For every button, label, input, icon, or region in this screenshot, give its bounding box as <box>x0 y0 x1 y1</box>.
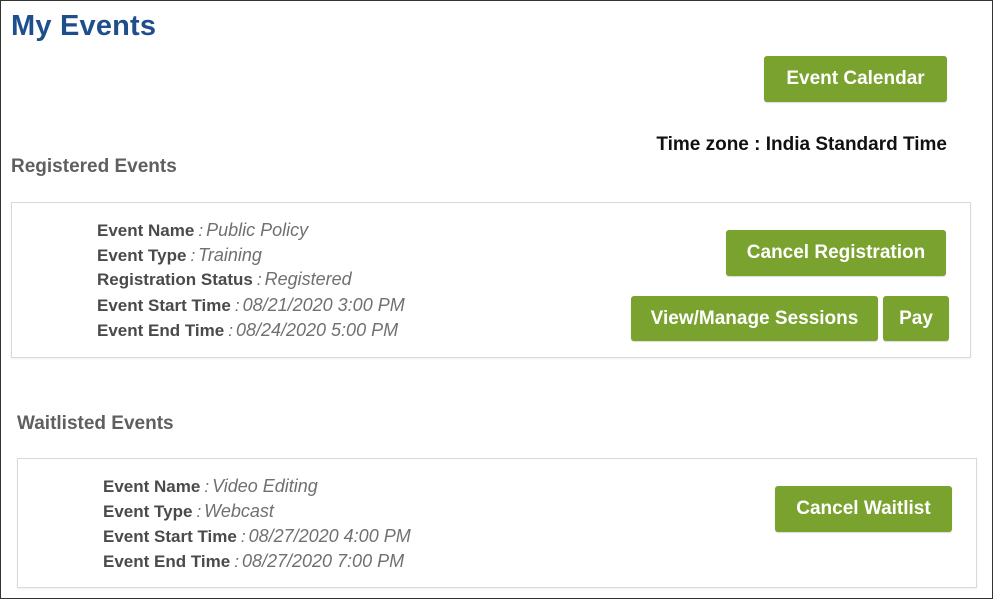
page-title: My Events <box>11 10 157 42</box>
field-label: Event Start Time <box>97 296 231 315</box>
event-calendar-button[interactable]: Event Calendar <box>764 56 947 102</box>
field-separator: : <box>196 502 202 521</box>
field-label: Event Name <box>103 477 201 496</box>
field-separator: : <box>204 477 210 496</box>
field-label: Event Name <box>97 221 195 240</box>
field-value: Registered <box>264 269 352 289</box>
waitlisted-field-event-name: Event Name: Video Editing <box>103 476 318 497</box>
view-manage-sessions-button[interactable]: View/Manage Sessions <box>631 296 878 341</box>
pay-button[interactable]: Pay <box>883 296 949 341</box>
registered-field-end-time: Event End Time:08/24/2020 5:00 PM <box>97 320 398 341</box>
timezone-label: Time zone : India Standard Time <box>656 134 947 155</box>
field-value: Public Policy <box>206 220 309 240</box>
registered-field-event-type: Event Type: Training <box>97 245 262 266</box>
cancel-registration-button[interactable]: Cancel Registration <box>726 230 946 276</box>
field-value: 08/27/2020 4:00 PM <box>248 526 411 546</box>
field-separator: : <box>234 296 240 315</box>
registered-field-event-name: Event Name: Public Policy <box>97 220 308 241</box>
registered-field-registration-status: Registration Status: Registered <box>97 269 352 290</box>
field-value: Webcast <box>204 501 274 521</box>
field-separator: : <box>190 246 196 265</box>
field-label: Event End Time <box>103 552 231 571</box>
field-value: 08/27/2020 7:00 PM <box>241 551 405 571</box>
field-value: Training <box>198 245 262 265</box>
waitlisted-events-heading: Waitlisted Events <box>17 413 174 434</box>
field-label: Event Type <box>103 502 193 521</box>
field-label: Registration Status <box>97 270 253 289</box>
registered-field-start-time: Event Start Time:08/21/2020 3:00 PM <box>97 295 405 316</box>
field-separator: : <box>256 270 262 289</box>
field-separator: : <box>228 321 233 340</box>
field-value: 08/24/2020 5:00 PM <box>235 320 399 340</box>
cancel-waitlist-button[interactable]: Cancel Waitlist <box>775 486 952 532</box>
field-label: Event Type <box>97 246 187 265</box>
field-value: Video Editing <box>212 476 318 496</box>
registered-events-heading: Registered Events <box>11 156 177 177</box>
field-label: Event End Time <box>97 321 225 340</box>
waitlisted-field-start-time: Event Start Time:08/27/2020 4:00 PM <box>103 526 411 547</box>
field-separator: : <box>234 552 239 571</box>
waitlisted-field-end-time: Event End Time:08/27/2020 7:00 PM <box>103 551 404 572</box>
field-separator: : <box>198 221 204 240</box>
field-separator: : <box>240 527 246 546</box>
field-value: 08/21/2020 3:00 PM <box>242 295 405 315</box>
waitlisted-field-event-type: Event Type: Webcast <box>103 501 274 522</box>
field-label: Event Start Time <box>103 527 237 546</box>
